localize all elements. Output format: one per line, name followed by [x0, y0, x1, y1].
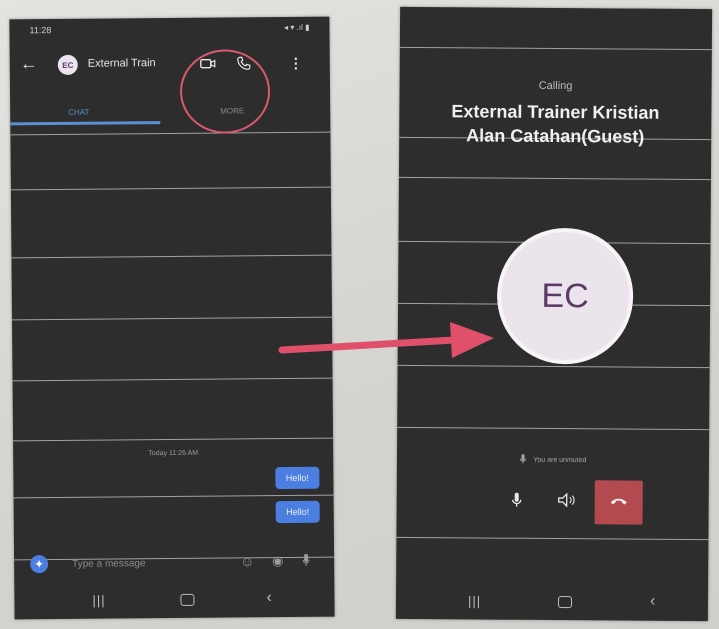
pointer-arrow-icon	[278, 322, 494, 358]
